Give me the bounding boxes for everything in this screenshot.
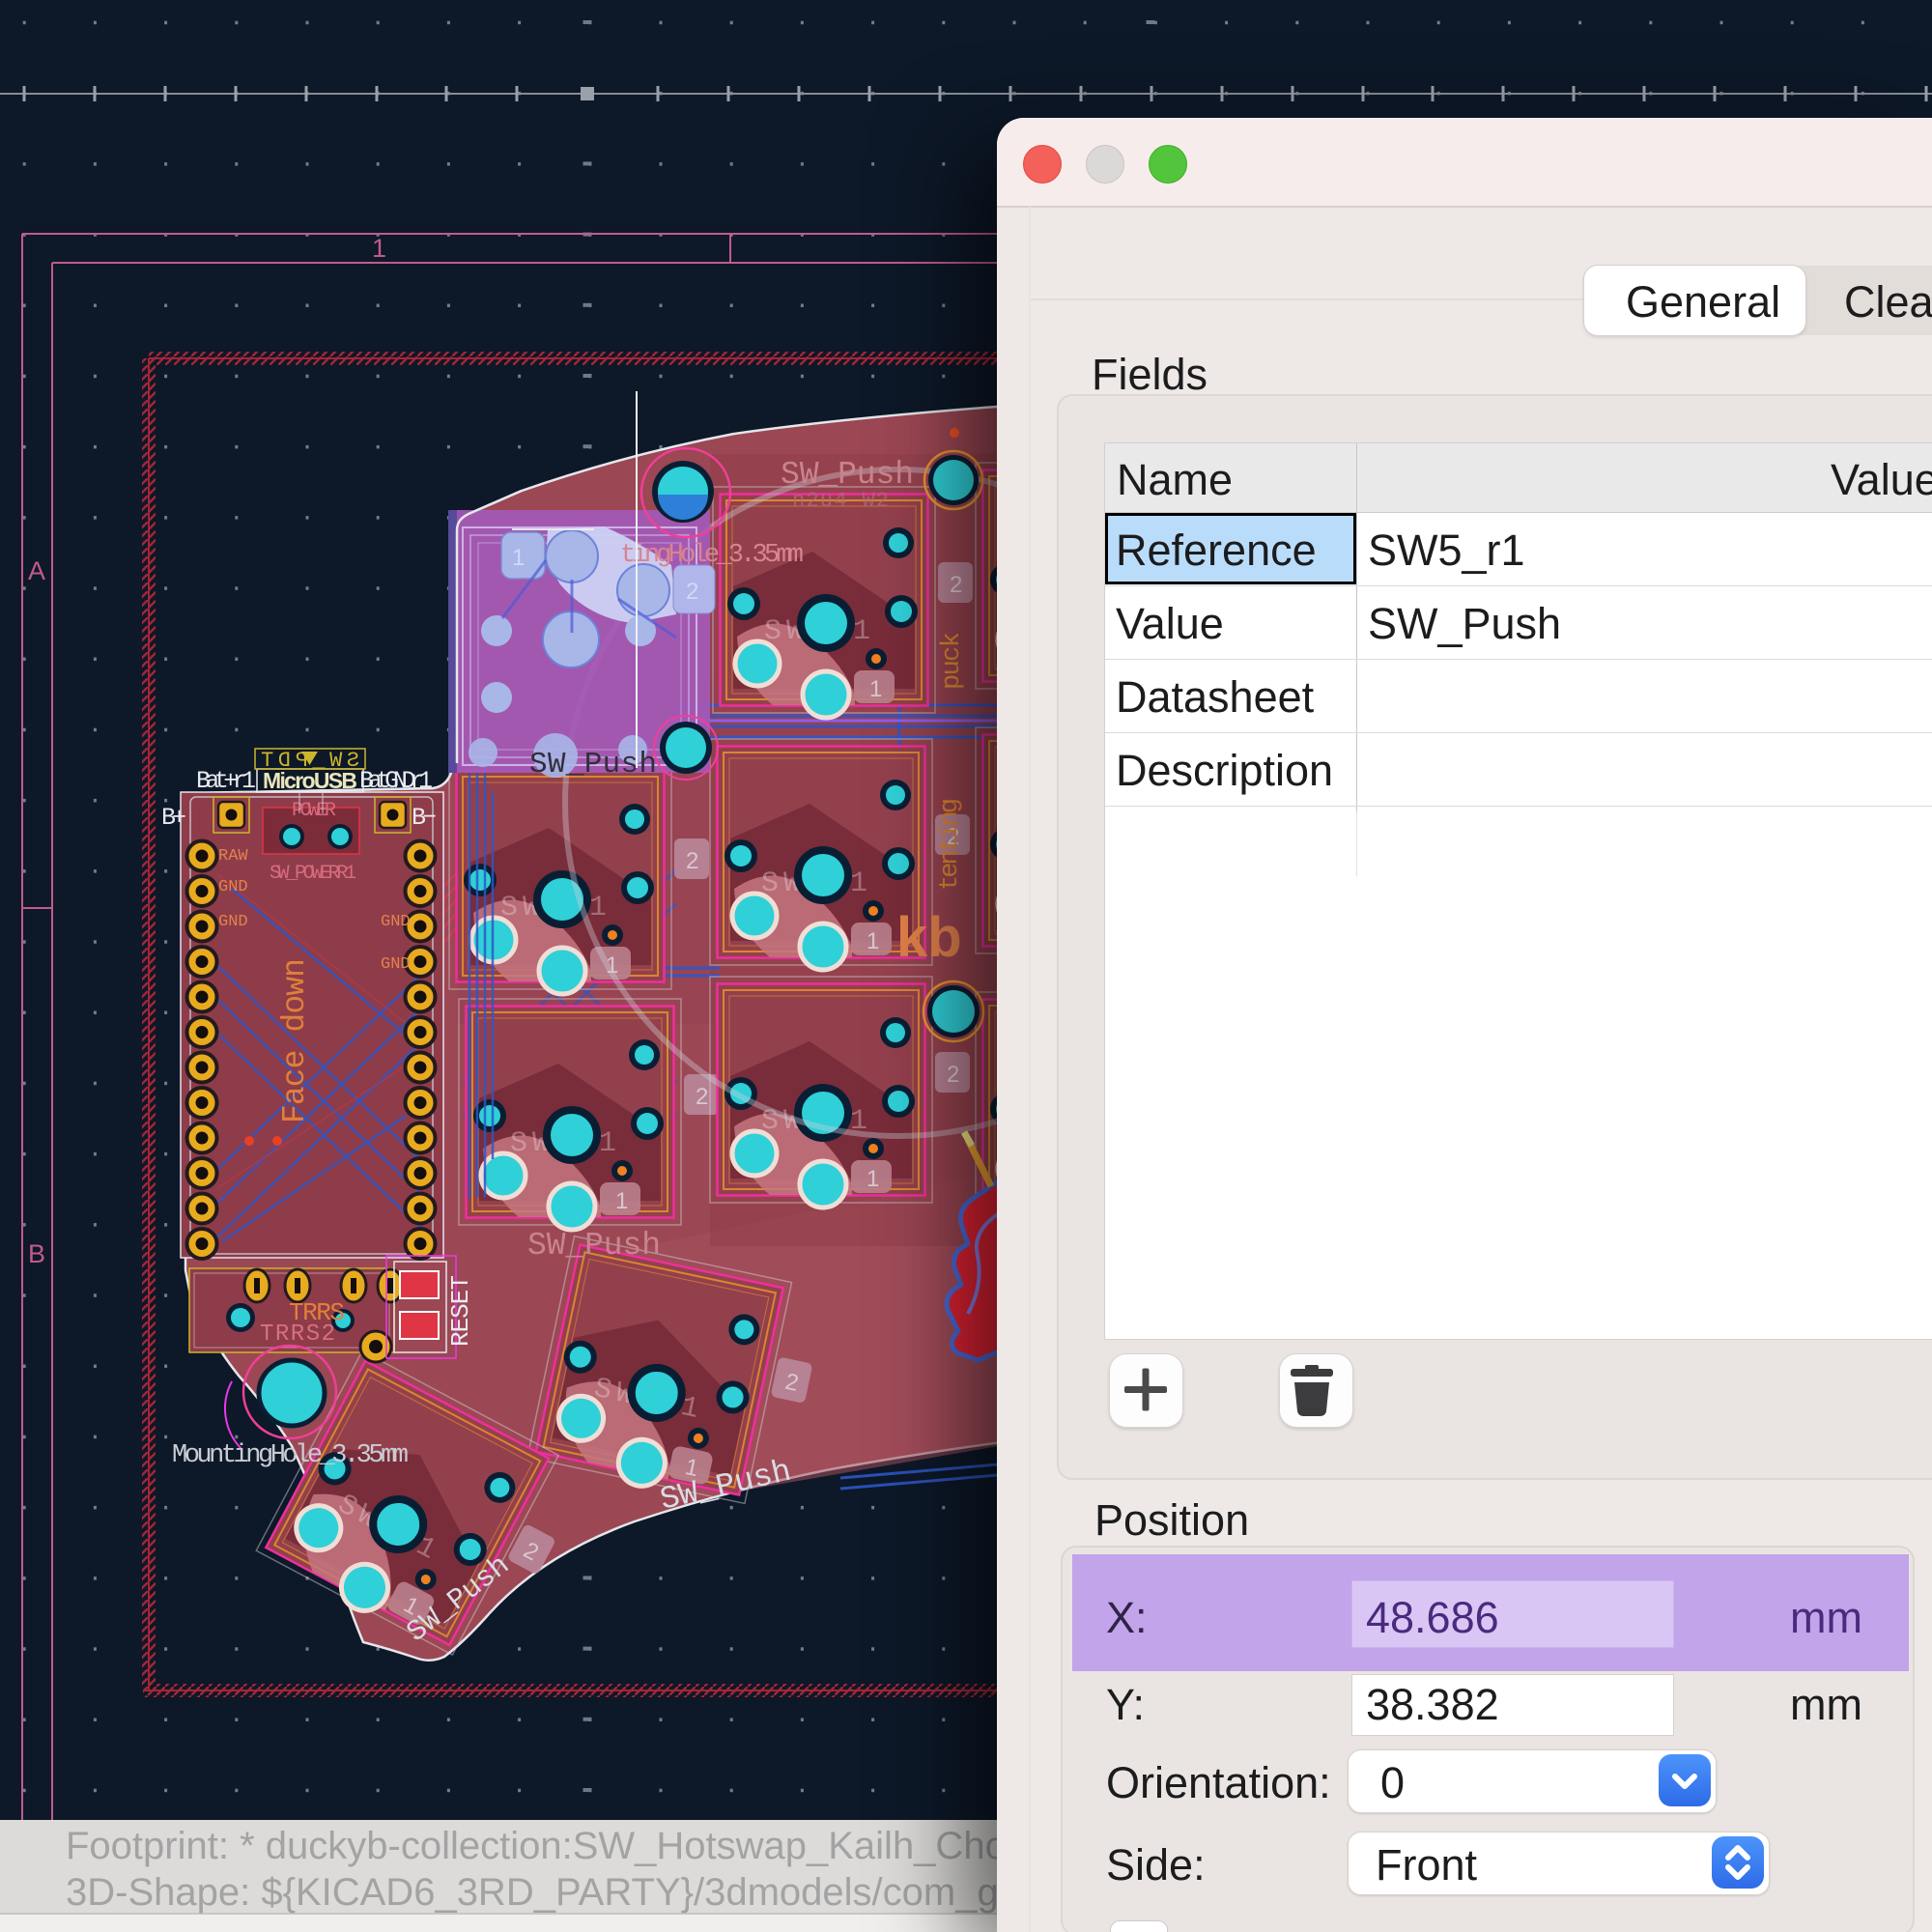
svg-text:GND: GND bbox=[381, 913, 411, 931]
svg-text:kb: kb bbox=[896, 906, 962, 969]
svg-text:BatGNDr1: BatGNDr1 bbox=[359, 767, 433, 795]
svg-text:GND: GND bbox=[218, 913, 248, 931]
svg-text:MountingHole_3.35mm: MountingHole_3.35mm bbox=[172, 1441, 409, 1470]
svg-text:tingHole_3.35mm: tingHole_3.35mm bbox=[620, 541, 804, 570]
svg-text:SW_POWERR1: SW_POWERR1 bbox=[270, 863, 356, 885]
svg-text:puck: puck bbox=[938, 632, 967, 690]
svg-text:RESET: RESET bbox=[446, 1275, 475, 1347]
svg-text:POWER: POWER bbox=[292, 800, 336, 822]
svg-text:n2u4 W2: n2u4 W2 bbox=[792, 489, 889, 513]
svg-text:B+: B+ bbox=[161, 804, 186, 832]
svg-text:B: B bbox=[28, 1239, 45, 1268]
svg-text:B−: B− bbox=[412, 804, 437, 832]
svg-text:TRRS2: TRRS2 bbox=[260, 1321, 335, 1348]
svg-text:A: A bbox=[28, 556, 45, 585]
svg-text:2: 2 bbox=[686, 579, 698, 605]
svg-text:Bat+r1: Bat+r1 bbox=[196, 767, 256, 795]
svg-text:GND: GND bbox=[218, 878, 248, 896]
svg-text:MicroUSB: MicroUSB bbox=[263, 768, 357, 793]
svg-text:SW_Push: SW_Push bbox=[781, 457, 914, 493]
svg-text:tenting: tenting bbox=[936, 798, 965, 891]
svg-text:RAW: RAW bbox=[218, 847, 248, 866]
svg-text:GND: GND bbox=[381, 955, 411, 974]
svg-text:SW_Push: SW_Push bbox=[527, 1228, 661, 1264]
svg-text:Face down: Face down bbox=[277, 957, 313, 1123]
svg-text:1: 1 bbox=[512, 545, 525, 571]
svg-text:1: 1 bbox=[372, 234, 386, 263]
svg-text:SW_Push: SW_Push bbox=[529, 748, 657, 781]
